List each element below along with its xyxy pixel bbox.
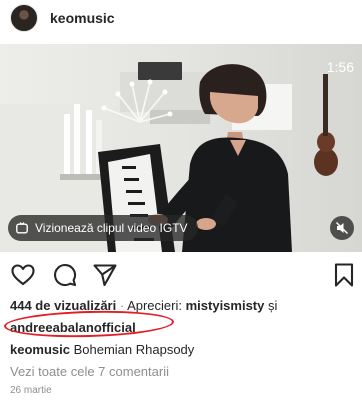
highlight-ellipse: [3, 308, 175, 340]
comment-button[interactable]: [52, 262, 78, 288]
comment-icon: [54, 264, 77, 287]
like-button[interactable]: [10, 262, 36, 288]
caption-text: Bohemian Rhapsody: [69, 342, 195, 357]
post-caption: keomusic Bohemian Rhapsody: [10, 342, 194, 357]
view-comments-link[interactable]: Vezi toate cele 7 comentarii: [10, 364, 169, 379]
speaker-muted-icon: [336, 222, 348, 234]
likes-label: Aprecieri:: [127, 298, 186, 313]
avatar[interactable]: [10, 4, 38, 32]
video-timer: 1:56: [326, 59, 354, 75]
action-bar: [0, 262, 362, 290]
tv-icon: [16, 222, 28, 234]
igtv-label: Vizionează clipul video IGTV: [35, 221, 188, 235]
paper-plane-icon: [93, 264, 117, 287]
video-media[interactable]: 1:56 Vizionează clipul video IGTV: [0, 44, 362, 252]
save-button[interactable]: [331, 262, 357, 288]
share-button[interactable]: [92, 262, 118, 288]
mute-button[interactable]: [330, 216, 354, 240]
igtv-button[interactable]: Vizionează clipul video IGTV: [8, 215, 198, 241]
stats-line: 444 de vizualizări · Aprecieri: mistyism…: [10, 298, 277, 313]
post-date: 26 martie: [10, 385, 52, 396]
bookmark-icon: [334, 263, 354, 287]
conjunction: și: [264, 298, 278, 313]
post-header: keomusic: [0, 0, 362, 36]
header-username[interactable]: keomusic: [50, 10, 115, 26]
liker-username[interactable]: mistyismisty: [186, 298, 265, 313]
caption-username[interactable]: keomusic: [10, 342, 70, 357]
heart-icon: [11, 264, 35, 286]
